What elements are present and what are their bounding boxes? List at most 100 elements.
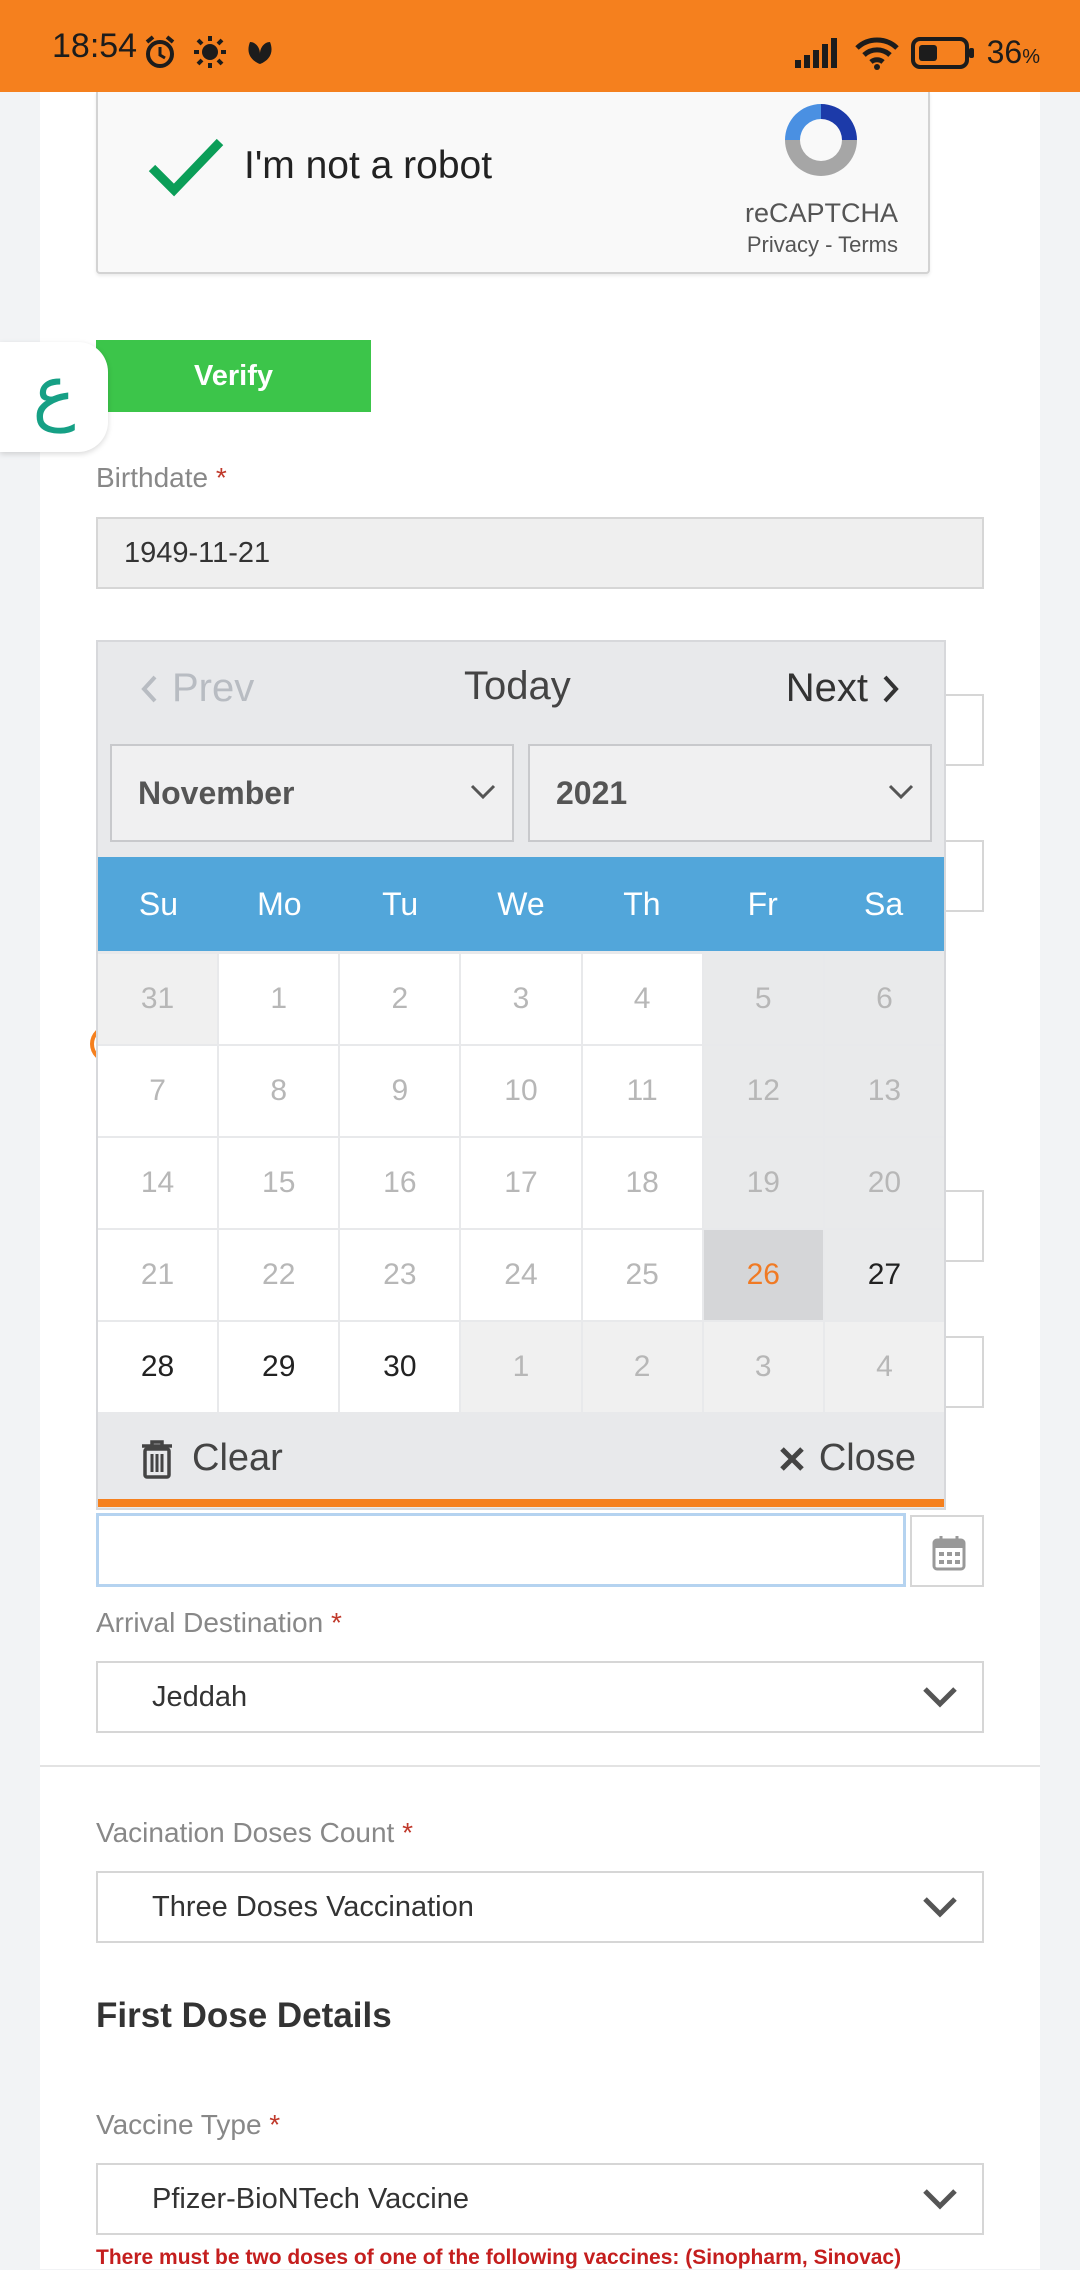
calendar-day: 10 [461, 1046, 581, 1136]
weekday-label: Sa [864, 886, 904, 922]
signal-icon [794, 37, 837, 68]
calendar-day: 31 [98, 954, 218, 1044]
battery-icon [910, 36, 974, 69]
hidden-field-edge [940, 1336, 984, 1408]
calendar-day: 13 [824, 1046, 944, 1136]
calendar-day: 25 [582, 1230, 702, 1320]
checkmark-icon [148, 138, 224, 197]
calendar-day: 6 [824, 954, 944, 1044]
calendar-day: 14 [98, 1138, 218, 1228]
calendar-day: 20 [824, 1138, 944, 1228]
chevron-right-icon [883, 675, 899, 702]
chevron-down-icon [470, 784, 496, 800]
weekday-label: Su [138, 886, 178, 922]
calendar-day[interactable]: 27 [824, 1230, 944, 1320]
weekday-label: Mo [257, 886, 302, 922]
status-icons-left [142, 34, 278, 70]
calendar-day: 18 [582, 1138, 702, 1228]
recaptcha-widget[interactable]: I'm not a robot reCAPTCHA Privacy - Term… [96, 92, 930, 274]
arrival-label: Arrival Destination * [96, 1607, 342, 1638]
date-input[interactable] [96, 1513, 906, 1587]
weekday-label: Tu [382, 886, 419, 922]
wifi-icon [854, 37, 899, 70]
language-toggle-button[interactable]: ع [0, 342, 108, 452]
brightness-icon [194, 36, 226, 68]
calendar-grid: 31 1 2 3 4 5 6 7 8 9 10 11 12 13 14 15 1… [98, 954, 944, 1412]
today-button[interactable]: Today [464, 664, 571, 709]
section-divider [40, 1765, 1040, 1767]
birthdate-field[interactable]: 1949-11-21 [96, 517, 984, 589]
clear-button[interactable]: Clear [140, 1437, 283, 1480]
hidden-field-edge [940, 694, 984, 766]
calendar-day: 22 [219, 1230, 339, 1320]
recaptcha-logo-icon [785, 104, 857, 176]
month-select[interactable]: November [110, 744, 514, 842]
calendar-day-today[interactable]: 26 [703, 1230, 823, 1320]
weekday-label: Th [623, 886, 661, 922]
calendar-day: 3 [461, 954, 581, 1044]
weekday-label: Fr [747, 886, 778, 922]
doses-label: Vacination Doses Count * [96, 1817, 414, 1848]
next-month-button[interactable]: Next [786, 666, 900, 711]
arrival-select[interactable]: Jeddah [96, 1661, 984, 1733]
terms-link[interactable]: Terms [838, 232, 898, 257]
calendar-day: 2 [340, 954, 460, 1044]
recaptcha-links: Privacy - Terms [746, 232, 898, 257]
calendar-day[interactable]: 28 [98, 1322, 218, 1412]
weather-icon [248, 42, 272, 64]
status-time: 18:54 [52, 27, 138, 65]
chevron-down-icon [923, 2189, 957, 2210]
calendar-day: 15 [219, 1138, 339, 1228]
calendar-day: 5 [703, 954, 823, 1044]
chevron-down-icon [923, 1897, 957, 1918]
calendar-day: 16 [340, 1138, 460, 1228]
calendar-day: 4 [824, 1322, 944, 1412]
calendar-icon [932, 1536, 966, 1571]
calendar-day: 3 [703, 1322, 823, 1412]
weekday-label: We [497, 886, 545, 922]
privacy-link[interactable]: Privacy [747, 232, 819, 257]
calendar-day: 19 [703, 1138, 823, 1228]
doses-select[interactable]: Three Doses Vaccination [96, 1871, 984, 1943]
datepicker: Prev Today Next November 2021 Su Mo Tu W… [96, 640, 946, 1510]
close-button[interactable]: Close [779, 1437, 916, 1480]
recaptcha-label: I'm not a robot [244, 144, 493, 187]
prev-month-button[interactable]: Prev [140, 666, 254, 711]
datepicker-nav: Prev Today Next [98, 642, 944, 734]
status-bar: 18:54 36% [0, 0, 1080, 92]
calendar-day: 17 [461, 1138, 581, 1228]
chevron-down-icon [923, 1687, 957, 1708]
hidden-select-edge [940, 1190, 984, 1262]
calendar-day: 8 [219, 1046, 339, 1136]
calendar-day: 11 [582, 1046, 702, 1136]
battery-percent: 36% [986, 34, 1040, 70]
calendar-day: 1 [219, 954, 339, 1044]
vaccine-warning: There must be two doses of one of the fo… [96, 2246, 902, 2269]
vaccine-type-label: Vaccine Type * [96, 2109, 281, 2140]
chevron-down-icon [888, 784, 914, 800]
vaccine-type-select[interactable]: Pfizer-BioNTech Vaccine [96, 2163, 984, 2235]
calendar-day: 21 [98, 1230, 218, 1320]
calendar-day[interactable]: 29 [219, 1322, 339, 1412]
verify-button[interactable]: Verify [96, 340, 371, 412]
calendar-day[interactable]: 30 [340, 1322, 460, 1412]
calendar-button[interactable] [910, 1515, 984, 1587]
close-icon [780, 1446, 804, 1471]
calendar-day: 12 [703, 1046, 823, 1136]
trash-icon [142, 1439, 172, 1479]
datepicker-footer: Clear Close [98, 1417, 944, 1507]
calendar-day: 4 [582, 954, 702, 1044]
year-select[interactable]: 2021 [528, 744, 932, 842]
calendar-day: 7 [98, 1046, 218, 1136]
calendar-day: 24 [461, 1230, 581, 1320]
weekday-header: Su Mo Tu We Th Fr Sa [98, 857, 944, 951]
hidden-field-edge [940, 840, 984, 912]
calendar-day: 2 [582, 1322, 702, 1412]
alarm-icon [145, 35, 175, 68]
calendar-day: 1 [461, 1322, 581, 1412]
chevron-left-icon [141, 675, 157, 702]
calendar-day: 23 [340, 1230, 460, 1320]
first-dose-title: First Dose Details [96, 1996, 392, 2035]
birthdate-label: Birthdate * [96, 462, 227, 493]
status-icons-right: 36% [794, 34, 1040, 71]
